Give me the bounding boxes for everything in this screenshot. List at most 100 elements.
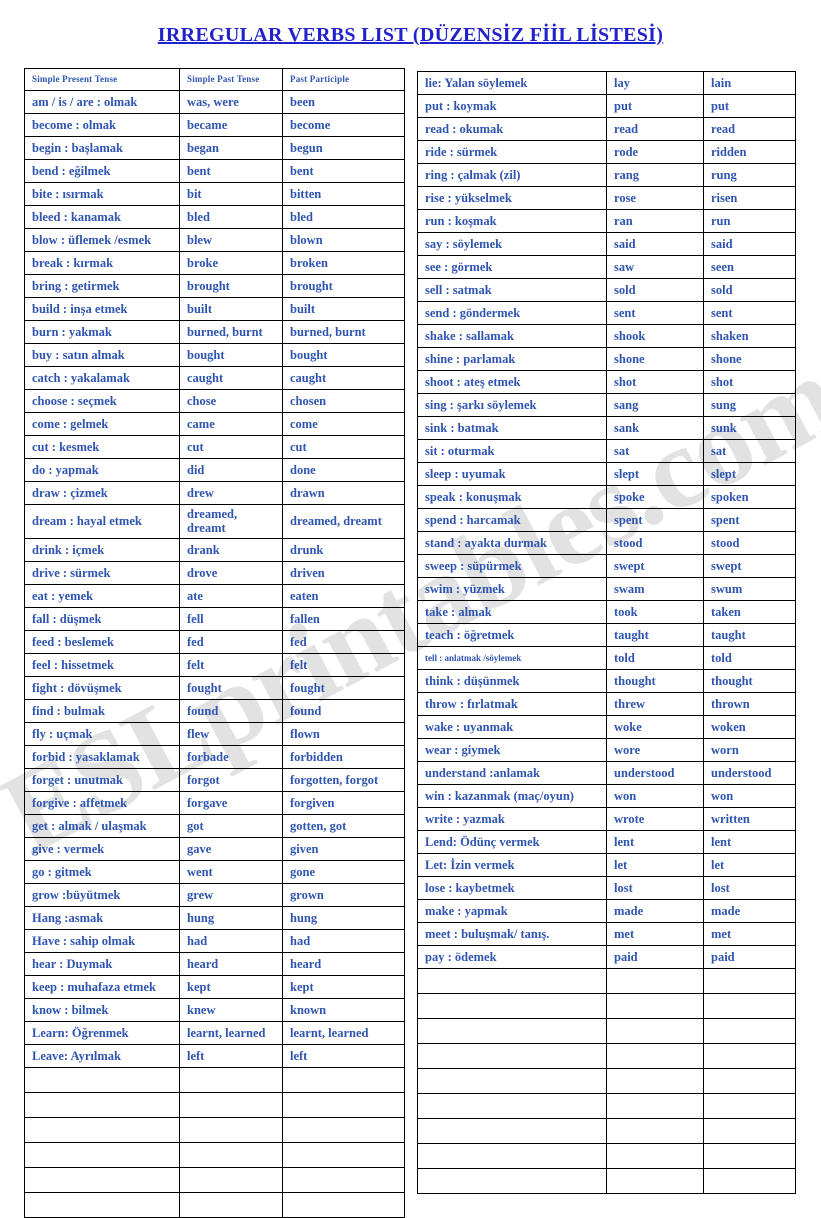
- verb-participle-cell: fed: [282, 629, 405, 654]
- verb-past-cell: fought: [179, 675, 283, 700]
- verb-base-cell: speak : konuşmak: [417, 485, 607, 509]
- verb-past-cell: wrote: [606, 807, 704, 831]
- verb-past-cell: went: [179, 859, 283, 884]
- verb-past-cell: paid: [606, 945, 704, 969]
- verb-past-cell: sank: [606, 416, 704, 440]
- verb-past-cell: fell: [179, 606, 283, 631]
- table-row: grow :büyütmek grew grown: [24, 882, 405, 907]
- verb-past-cell: rose: [606, 186, 704, 210]
- verb-base-cell: forgive : affetmek: [24, 790, 180, 815]
- verb-past-cell: met: [606, 922, 704, 946]
- table-row-empty: [417, 1118, 796, 1144]
- table-row: spend : harcamak spent spent: [417, 508, 796, 532]
- verb-past-cell: was, were: [179, 90, 283, 114]
- verb-past-cell: wore: [606, 738, 704, 762]
- verb-base-cell: sell : satmak: [417, 278, 607, 302]
- verb-past-cell: won: [606, 784, 704, 808]
- verb-base-cell: swim : yüzmek: [417, 577, 607, 601]
- verb-base-cell: Learn: Öğrenmek: [24, 1020, 180, 1045]
- verb-past-cell: caught: [179, 366, 283, 390]
- verb-base-cell: lose : kaybetmek: [417, 876, 607, 900]
- table-row: cut : kesmek cut cut: [24, 435, 405, 459]
- verb-base-cell: Let: İzin vermek: [417, 853, 607, 877]
- table-row: put : koymak put put: [417, 94, 796, 118]
- table-row: read : okumak read read: [417, 117, 796, 141]
- verb-participle-cell: become: [282, 113, 405, 137]
- verb-past-cell: lay: [606, 71, 704, 95]
- table-row: swim : yüzmek swam swum: [417, 577, 796, 601]
- verb-participle-cell: kept: [282, 974, 405, 999]
- table-row: eat : yemek ate eaten: [24, 583, 405, 608]
- table-row: fall : düşmek fell fallen: [24, 606, 405, 631]
- table-row: give : vermek gave given: [24, 836, 405, 861]
- table-row-empty: [417, 1168, 796, 1194]
- empty-cell: [282, 1116, 405, 1143]
- verb-past-cell: drew: [179, 481, 283, 505]
- table-header-row: Simple Present Tense Simple Past Tense Pas…: [24, 68, 405, 91]
- table-row: rise : yükselmek rose risen: [417, 186, 796, 210]
- empty-cell: [282, 1066, 405, 1093]
- table-row: Let: İzin vermek let let: [417, 853, 796, 877]
- verb-base-cell: fight : dövüşmek: [24, 675, 180, 700]
- verb-past-cell: became: [179, 113, 283, 137]
- table-row: know : bilmek knew known: [24, 997, 405, 1022]
- verb-participle-cell: found: [282, 698, 405, 723]
- verb-participle-cell: said: [703, 232, 796, 256]
- verb-participle-cell: shone: [703, 347, 796, 371]
- table-row: say : söylemek said said: [417, 232, 796, 256]
- empty-cell: [417, 968, 607, 994]
- verb-participle-cell: told: [703, 646, 796, 670]
- table-row: do : yapmak did done: [24, 458, 405, 482]
- verb-base-cell: ride : sürmek: [417, 140, 607, 164]
- table-row-empty: [417, 1018, 796, 1044]
- verb-base-cell: do : yapmak: [24, 458, 180, 482]
- verb-past-cell: heard: [179, 951, 283, 976]
- verb-participle-cell: read: [703, 117, 796, 141]
- empty-cell: [24, 1091, 180, 1118]
- table-row: choose : seçmek chose chosen: [24, 389, 405, 413]
- verb-participle-cell: brought: [282, 274, 405, 298]
- table-row: stand : ayakta durmak stood stood: [417, 531, 796, 555]
- verb-participle-cell: come: [282, 412, 405, 436]
- right-verbs-table-body: lie: Yalan söylemek lay lain put : koymak pu…: [417, 71, 796, 1194]
- verb-past-cell: let: [606, 853, 704, 877]
- page-title-bar: IRREGULAR VERBS LIST (DÜZENSİZ FİİL LİST…: [0, 24, 821, 47]
- verb-base-cell: begin : başlamak: [24, 136, 180, 160]
- verb-participle-cell: forgiven: [282, 790, 405, 815]
- verb-base-cell: feed : beslemek: [24, 629, 180, 654]
- table-row: sleep : uyumak slept slept: [417, 462, 796, 486]
- verb-participle-cell: understood: [703, 761, 796, 785]
- verb-base-cell: drink : içmek: [24, 537, 180, 562]
- verb-past-cell: blew: [179, 228, 283, 252]
- verb-base-cell: say : söylemek: [417, 232, 607, 256]
- verb-past-cell: shone: [606, 347, 704, 371]
- verb-past-cell: got: [179, 813, 283, 838]
- table-row: dream : hayal etmek dreamed, dreamt dreame…: [24, 504, 405, 539]
- table-row: sink : batmak sank sunk: [417, 416, 796, 440]
- verb-past-cell: came: [179, 412, 283, 436]
- table-row: become : olmak became become: [24, 113, 405, 137]
- verb-participle-cell: shaken: [703, 324, 796, 348]
- verb-base-cell: give : vermek: [24, 836, 180, 861]
- verb-base-cell: forget : unutmak: [24, 767, 180, 792]
- table-row: throw : fırlatmak threw thrown: [417, 692, 796, 716]
- verb-base-cell: sing : şarkı söylemek: [417, 393, 607, 417]
- verb-base-cell: wake : uyanmak: [417, 715, 607, 739]
- verb-base-cell: write : yazmak: [417, 807, 607, 831]
- empty-cell: [417, 1068, 607, 1094]
- verb-past-cell: bit: [179, 182, 283, 206]
- verb-past-cell: said: [606, 232, 704, 256]
- verb-past-cell: kept: [179, 974, 283, 999]
- verb-past-cell: grew: [179, 882, 283, 907]
- verb-past-cell: knew: [179, 997, 283, 1022]
- table-row: sweep : süpürmek swept swept: [417, 554, 796, 578]
- verb-past-cell: swam: [606, 577, 704, 601]
- verb-base-cell: burn : yakmak: [24, 320, 180, 344]
- verb-past-cell: forbade: [179, 744, 283, 769]
- verb-past-cell: bled: [179, 205, 283, 229]
- verb-base-cell: shoot : ateş etmek: [417, 370, 607, 394]
- table-row: forgive : affetmek forgave forgiven: [24, 790, 405, 815]
- verb-participle-cell: sung: [703, 393, 796, 417]
- verb-past-cell: sang: [606, 393, 704, 417]
- table-row: wake : uyanmak woke woken: [417, 715, 796, 739]
